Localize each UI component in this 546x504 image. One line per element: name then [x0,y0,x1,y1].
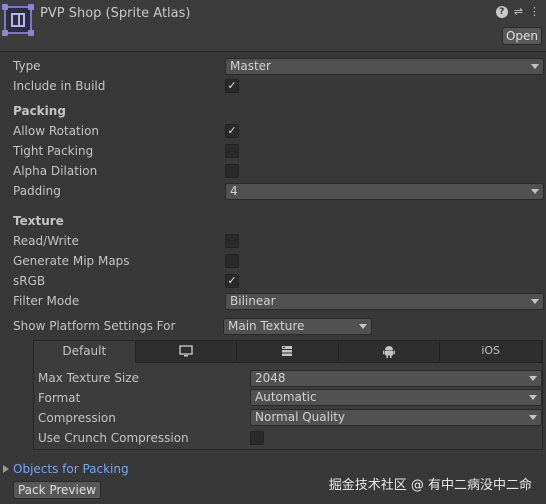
format-dropdown[interactable]: Automatic [250,389,542,406]
server-icon [282,346,293,356]
objects-for-packing-label[interactable]: Objects for Packing [13,462,129,476]
srgb-row: sRGB ✓ [0,272,546,292]
help-icon[interactable]: ? [495,6,508,18]
chevron-down-icon [359,324,367,329]
compression-value: Normal Quality [255,410,346,424]
filter-mode-row: Filter Mode Bilinear [0,292,546,312]
chevron-down-icon [531,299,539,304]
inspector-header: PVP Shop (Sprite Atlas) ? ⇌ ⋮ Open [0,0,546,52]
include-in-build-row: Include in Build ✓ [0,77,546,97]
monitor-icon [179,345,193,357]
max-texture-size-row: Max Texture Size 2048 [34,369,542,389]
show-platform-value: Main Texture [228,319,305,333]
max-texture-size-value: 2048 [255,371,286,385]
asset-title: PVP Shop (Sprite Atlas) [40,6,191,21]
allow-rotation-checkbox[interactable]: ✓ [225,124,239,138]
include-in-build-label: Include in Build [13,79,106,93]
alpha-dilation-row: Alpha Dilation [0,162,546,182]
texture-section-title: Texture [13,214,64,228]
generate-mip-maps-label: Generate Mip Maps [13,254,130,268]
use-crunch-label: Use Crunch Compression [38,431,189,445]
tab-standalone[interactable] [135,341,238,363]
include-in-build-checkbox[interactable]: ✓ [225,79,239,93]
platform-settings-panel: Default iOS Max Texture Size 2048 Format… [33,340,543,450]
show-platform-row: Show Platform Settings For Main Texture [0,317,546,337]
alpha-dilation-checkbox[interactable] [225,164,239,178]
chevron-down-icon [529,376,537,381]
compression-row: Compression Normal Quality [34,409,542,429]
generate-mip-maps-checkbox[interactable] [225,254,239,268]
chevron-down-icon [529,415,537,420]
type-dropdown[interactable]: Master [225,58,544,75]
padding-value: 4 [230,184,238,198]
generate-mip-maps-row: Generate Mip Maps [0,252,546,272]
android-icon [383,345,396,358]
use-crunch-row: Use Crunch Compression [34,429,542,449]
format-row: Format Automatic [34,389,542,409]
tab-server[interactable] [237,341,339,363]
format-label: Format [38,391,81,405]
tight-packing-checkbox[interactable] [225,144,239,158]
type-value: Master [230,59,271,73]
chevron-down-icon [531,64,539,69]
alpha-dilation-label: Alpha Dilation [13,164,98,178]
open-button[interactable]: Open [502,27,542,45]
chevron-down-icon [529,395,537,400]
srgb-label: sRGB [13,274,46,288]
allow-rotation-row: Allow Rotation ✓ [0,122,546,142]
filter-mode-value: Bilinear [230,294,276,308]
show-platform-dropdown[interactable]: Main Texture [223,318,372,335]
type-label: Type [13,59,41,73]
srgb-checkbox[interactable]: ✓ [225,274,239,288]
max-texture-size-dropdown[interactable]: 2048 [250,370,542,387]
padding-label: Padding [13,184,61,198]
tab-ios[interactable]: iOS [440,341,542,363]
filter-mode-dropdown[interactable]: Bilinear [225,293,544,310]
tab-default[interactable]: Default [34,341,136,363]
read-write-checkbox[interactable] [225,234,239,248]
read-write-label: Read/Write [13,234,79,248]
padding-row: Padding 4 [0,182,546,202]
show-platform-label: Show Platform Settings For [13,319,176,333]
chevron-down-icon [531,189,539,194]
padding-dropdown[interactable]: 4 [225,183,544,200]
use-crunch-checkbox[interactable] [250,431,264,445]
max-texture-size-label: Max Texture Size [38,371,139,385]
sprite-atlas-icon [2,4,34,36]
compression-label: Compression [38,411,116,425]
packing-section-title: Packing [13,104,66,118]
watermark-text: 掘金技术社区 @ 有中二病没中二命 [328,478,532,493]
compression-dropdown[interactable]: Normal Quality [250,409,542,426]
pack-preview-button[interactable]: Pack Preview [13,481,101,499]
tab-android[interactable] [338,341,441,363]
menu-icon[interactable]: ⋮ [529,5,540,19]
filter-mode-label: Filter Mode [13,294,80,308]
format-value: Automatic [255,390,317,404]
read-write-row: Read/Write [0,232,546,252]
allow-rotation-label: Allow Rotation [13,124,100,138]
type-row: Type Master [0,57,546,77]
platform-tabs: Default iOS [34,341,542,363]
tight-packing-label: Tight Packing [13,144,94,158]
tight-packing-row: Tight Packing [0,142,546,162]
layout-icon[interactable]: ⇌ [514,5,523,19]
